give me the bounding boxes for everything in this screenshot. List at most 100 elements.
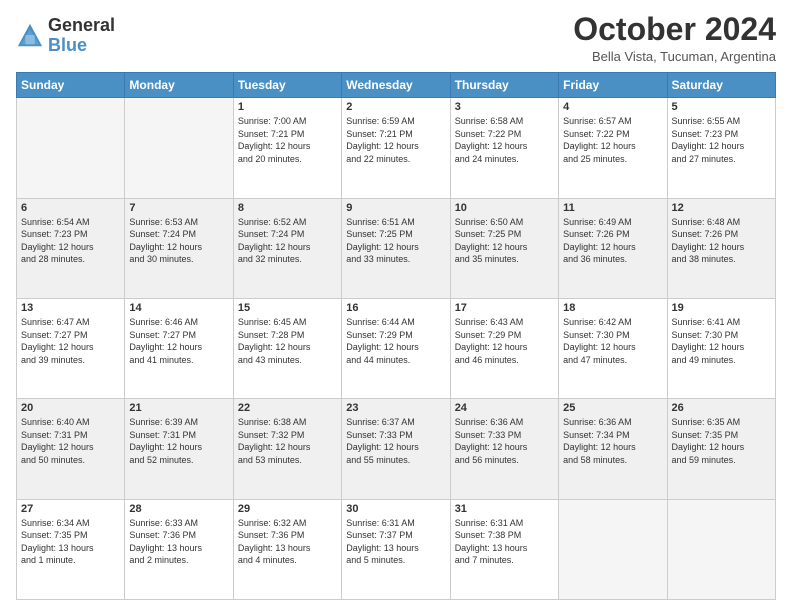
table-row: 23 Sunrise: 6:37 AM Sunset: 7:33 PM Dayli… [342, 399, 450, 499]
day-info: Sunrise: 6:33 AM Sunset: 7:36 PM Dayligh… [129, 517, 228, 567]
col-friday: Friday [559, 73, 667, 98]
calendar-week-row: 13Sunrise: 6:47 AM Sunset: 7:27 PM Dayli… [17, 298, 776, 398]
day-info: Sunrise: 7:00 AM Sunset: 7:21 PM Dayligh… [238, 115, 337, 165]
day-info: Sunrise: 6:36 AM Sunset: 7:33 PM Dayligh… [455, 416, 554, 466]
table-row: 31Sunrise: 6:31 AM Sunset: 7:38 PM Dayli… [450, 499, 558, 599]
table-row [559, 499, 667, 599]
day-number: 8 [238, 202, 337, 214]
day-number: 28 [129, 503, 228, 515]
day-info: Sunrise: 6:51 AM Sunset: 7:25 PM Dayligh… [346, 216, 445, 266]
table-row: 12 Sunrise: 6:48 AM Sunset: 7:26 PM Dayli… [667, 198, 775, 298]
day-number: 2 [346, 101, 445, 113]
table-row: 15 Sunrise: 6:45 AM Sunset: 7:28 PM Dayli… [233, 298, 341, 398]
day-info: Sunrise: 6:32 AM Sunset: 7:36 PM Dayligh… [238, 517, 337, 567]
day-number: 5 [672, 101, 771, 113]
calendar-week-row: 20 Sunrise: 6:40 AM Sunset: 7:31 PM Dayli… [17, 399, 776, 499]
calendar-header-row: Sunday Monday Tuesday Wednesday Thursday… [17, 73, 776, 98]
table-row: 17 Sunrise: 6:43 AM Sunset: 7:29 PM Dayli… [450, 298, 558, 398]
table-row: 25 Sunrise: 6:36 AM Sunset: 7:34 PM Dayli… [559, 399, 667, 499]
calendar-week-row: 6Sunrise: 6:54 AM Sunset: 7:23 PM Daylig… [17, 198, 776, 298]
table-row: 24 Sunrise: 6:36 AM Sunset: 7:33 PM Dayli… [450, 399, 558, 499]
day-number: 25 [563, 402, 662, 414]
table-row: 3 Sunrise: 6:58 AM Sunset: 7:22 PM Daylig… [450, 98, 558, 198]
day-number: 14 [129, 302, 228, 314]
day-info: Sunrise: 6:36 AM Sunset: 7:34 PM Dayligh… [563, 416, 662, 466]
day-info: Sunrise: 6:41 AM Sunset: 7:30 PM Dayligh… [672, 316, 771, 366]
table-row: 16Sunrise: 6:44 AM Sunset: 7:29 PM Dayli… [342, 298, 450, 398]
header-right: October 2024 Bella Vista, Tucuman, Argen… [573, 12, 776, 64]
day-info: Sunrise: 6:46 AM Sunset: 7:27 PM Dayligh… [129, 316, 228, 366]
day-number: 17 [455, 302, 554, 314]
day-number: 10 [455, 202, 554, 214]
table-row: 28 Sunrise: 6:33 AM Sunset: 7:36 PM Dayli… [125, 499, 233, 599]
table-row: 7 Sunrise: 6:53 AM Sunset: 7:24 PM Daylig… [125, 198, 233, 298]
day-info: Sunrise: 6:44 AM Sunset: 7:29 PM Dayligh… [346, 316, 445, 366]
day-info: Sunrise: 6:35 AM Sunset: 7:35 PM Dayligh… [672, 416, 771, 466]
table-row: 1Sunrise: 7:00 AM Sunset: 7:21 PM Daylig… [233, 98, 341, 198]
table-row [125, 98, 233, 198]
col-sunday: Sunday [17, 73, 125, 98]
table-row: 4 Sunrise: 6:57 AM Sunset: 7:22 PM Daylig… [559, 98, 667, 198]
day-info: Sunrise: 6:39 AM Sunset: 7:31 PM Dayligh… [129, 416, 228, 466]
table-row: 29Sunrise: 6:32 AM Sunset: 7:36 PM Dayli… [233, 499, 341, 599]
logo-icon [16, 22, 44, 50]
day-info: Sunrise: 6:52 AM Sunset: 7:24 PM Dayligh… [238, 216, 337, 266]
day-info: Sunrise: 6:57 AM Sunset: 7:22 PM Dayligh… [563, 115, 662, 165]
day-number: 20 [21, 402, 120, 414]
logo-general-text: General [48, 16, 115, 36]
calendar-table: Sunday Monday Tuesday Wednesday Thursday… [16, 72, 776, 600]
day-info: Sunrise: 6:38 AM Sunset: 7:32 PM Dayligh… [238, 416, 337, 466]
day-info: Sunrise: 6:34 AM Sunset: 7:35 PM Dayligh… [21, 517, 120, 567]
month-title: October 2024 [573, 12, 776, 47]
table-row: 6Sunrise: 6:54 AM Sunset: 7:23 PM Daylig… [17, 198, 125, 298]
day-info: Sunrise: 6:40 AM Sunset: 7:31 PM Dayligh… [21, 416, 120, 466]
table-row: 11 Sunrise: 6:49 AM Sunset: 7:26 PM Dayli… [559, 198, 667, 298]
logo-text: General Blue [48, 16, 115, 56]
table-row: 13Sunrise: 6:47 AM Sunset: 7:27 PM Dayli… [17, 298, 125, 398]
header: General Blue October 2024 Bella Vista, T… [16, 12, 776, 64]
day-number: 4 [563, 101, 662, 113]
table-row: 2 Sunrise: 6:59 AM Sunset: 7:21 PM Daylig… [342, 98, 450, 198]
day-info: Sunrise: 6:45 AM Sunset: 7:28 PM Dayligh… [238, 316, 337, 366]
day-number: 6 [21, 202, 120, 214]
table-row [667, 499, 775, 599]
table-row: 19Sunrise: 6:41 AM Sunset: 7:30 PM Dayli… [667, 298, 775, 398]
table-row: 14 Sunrise: 6:46 AM Sunset: 7:27 PM Dayli… [125, 298, 233, 398]
day-number: 3 [455, 101, 554, 113]
col-wednesday: Wednesday [342, 73, 450, 98]
day-info: Sunrise: 6:55 AM Sunset: 7:23 PM Dayligh… [672, 115, 771, 165]
day-info: Sunrise: 6:31 AM Sunset: 7:37 PM Dayligh… [346, 517, 445, 567]
day-info: Sunrise: 6:43 AM Sunset: 7:29 PM Dayligh… [455, 316, 554, 366]
day-number: 24 [455, 402, 554, 414]
day-info: Sunrise: 6:47 AM Sunset: 7:27 PM Dayligh… [21, 316, 120, 366]
day-number: 9 [346, 202, 445, 214]
day-number: 22 [238, 402, 337, 414]
day-info: Sunrise: 6:48 AM Sunset: 7:26 PM Dayligh… [672, 216, 771, 266]
table-row: 22 Sunrise: 6:38 AM Sunset: 7:32 PM Dayli… [233, 399, 341, 499]
calendar-page: General Blue October 2024 Bella Vista, T… [0, 0, 792, 612]
location-subtitle: Bella Vista, Tucuman, Argentina [573, 49, 776, 64]
table-row: 18Sunrise: 6:42 AM Sunset: 7:30 PM Dayli… [559, 298, 667, 398]
table-row: 8 Sunrise: 6:52 AM Sunset: 7:24 PM Daylig… [233, 198, 341, 298]
calendar-week-row: 27Sunrise: 6:34 AM Sunset: 7:35 PM Dayli… [17, 499, 776, 599]
table-row: 21Sunrise: 6:39 AM Sunset: 7:31 PM Dayli… [125, 399, 233, 499]
table-row [17, 98, 125, 198]
day-info: Sunrise: 6:58 AM Sunset: 7:22 PM Dayligh… [455, 115, 554, 165]
day-info: Sunrise: 6:59 AM Sunset: 7:21 PM Dayligh… [346, 115, 445, 165]
day-number: 7 [129, 202, 228, 214]
logo-blue-text: Blue [48, 36, 115, 56]
day-info: Sunrise: 6:49 AM Sunset: 7:26 PM Dayligh… [563, 216, 662, 266]
day-info: Sunrise: 6:53 AM Sunset: 7:24 PM Dayligh… [129, 216, 228, 266]
day-number: 11 [563, 202, 662, 214]
day-number: 18 [563, 302, 662, 314]
day-number: 23 [346, 402, 445, 414]
col-saturday: Saturday [667, 73, 775, 98]
day-info: Sunrise: 6:31 AM Sunset: 7:38 PM Dayligh… [455, 517, 554, 567]
table-row: 30Sunrise: 6:31 AM Sunset: 7:37 PM Dayli… [342, 499, 450, 599]
logo: General Blue [16, 16, 115, 56]
day-info: Sunrise: 6:50 AM Sunset: 7:25 PM Dayligh… [455, 216, 554, 266]
day-number: 12 [672, 202, 771, 214]
day-number: 15 [238, 302, 337, 314]
day-info: Sunrise: 6:37 AM Sunset: 7:33 PM Dayligh… [346, 416, 445, 466]
day-number: 26 [672, 402, 771, 414]
